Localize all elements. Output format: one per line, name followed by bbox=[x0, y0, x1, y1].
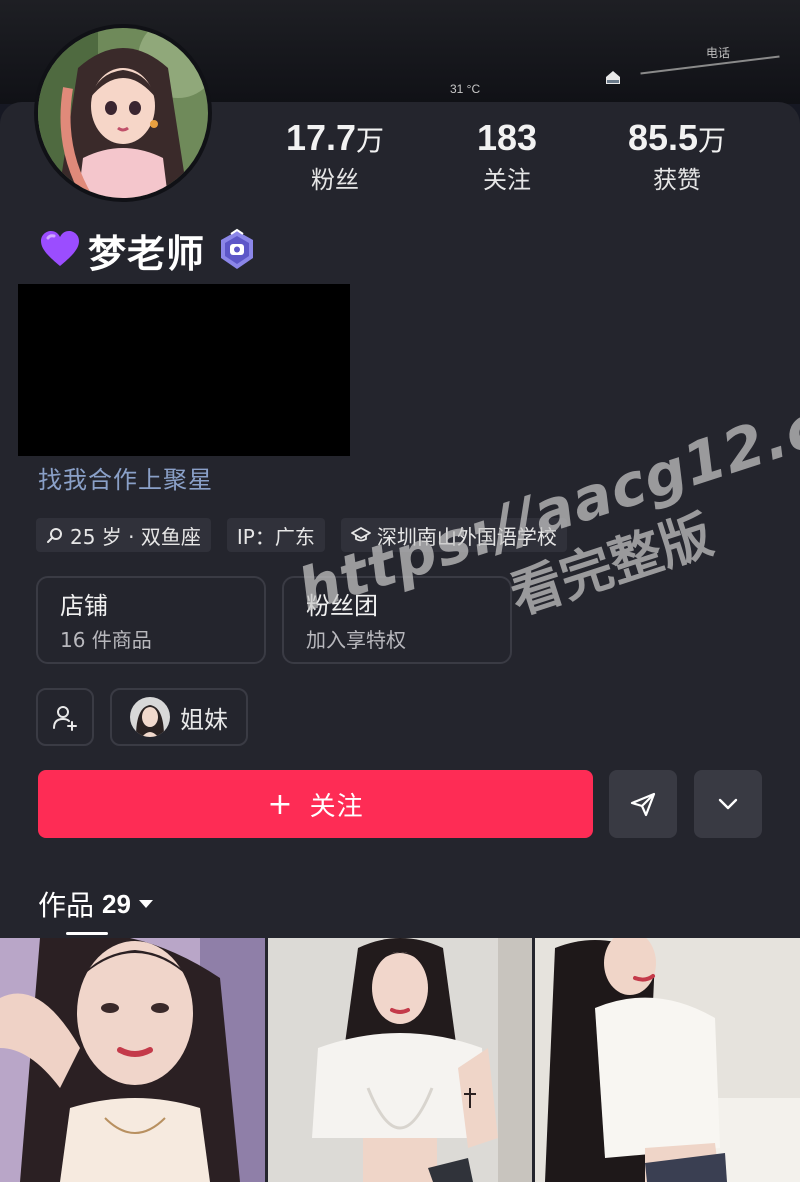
school-text: 深圳南山外国语学校 bbox=[376, 524, 557, 549]
followers-label: 粉丝 bbox=[311, 166, 359, 194]
name-row: 梦老师 bbox=[38, 224, 259, 276]
video-thumbnail[interactable] bbox=[535, 938, 800, 1182]
profile-name: 梦老师 bbox=[88, 231, 206, 276]
profile-tags: 25 岁 · 双鱼座 IP：广东 深圳南山外国语学校 bbox=[36, 518, 567, 552]
sister-button[interactable]: 姐妹 bbox=[110, 688, 248, 746]
stat-followers[interactable]: 17.7万 粉丝 bbox=[250, 118, 420, 197]
profile-avatar[interactable] bbox=[34, 24, 212, 202]
graduation-cap-icon bbox=[350, 527, 371, 542]
video-thumbnail[interactable] bbox=[0, 938, 265, 1182]
add-user-icon bbox=[53, 706, 77, 731]
works-tab-indicator bbox=[66, 932, 108, 935]
shop-title: 店铺 bbox=[60, 592, 108, 620]
add-friend-button[interactable] bbox=[36, 688, 94, 746]
followers-count: 17.7 bbox=[285, 117, 357, 158]
works-label: 作品 bbox=[38, 889, 95, 922]
cooperation-link[interactable]: 找我合作上聚星 bbox=[38, 460, 213, 495]
temperature-readout: 31 °C bbox=[450, 82, 481, 96]
search-icon bbox=[47, 528, 62, 543]
tag-school[interactable]: 深圳南山外国语学校 bbox=[340, 518, 567, 552]
purple-heart-icon bbox=[41, 231, 79, 266]
message-button[interactable] bbox=[609, 770, 677, 838]
tag-ip: IP：广东 bbox=[226, 518, 325, 552]
fan-club-card[interactable]: 粉丝团 加入享特权 bbox=[282, 576, 512, 664]
likes-unit: 万 bbox=[698, 125, 727, 156]
following-label: 关注 bbox=[483, 166, 531, 194]
tag-age-zodiac: 25 岁 · 双鱼座 bbox=[36, 518, 211, 552]
follow-button[interactable]: + 关注 bbox=[38, 770, 593, 838]
chevron-down-icon bbox=[718, 798, 738, 810]
sister-label: 姐妹 bbox=[180, 705, 228, 734]
sister-avatar bbox=[130, 697, 170, 737]
ip-text: IP：广东 bbox=[236, 524, 315, 549]
caret-down-icon bbox=[138, 900, 153, 908]
shop-subtitle: 16 件商品 bbox=[60, 628, 152, 652]
video-thumbnail[interactable] bbox=[268, 938, 532, 1182]
following-count: 183 bbox=[476, 117, 538, 158]
tab-works[interactable]: 作品 29 bbox=[38, 884, 153, 924]
fan-club-subtitle: 加入享特权 bbox=[306, 628, 406, 652]
send-icon bbox=[630, 792, 656, 817]
plus-icon: + bbox=[267, 786, 294, 822]
age-zodiac-text: 25 岁 · 双鱼座 bbox=[70, 524, 201, 549]
followers-unit: 万 bbox=[356, 125, 385, 156]
stat-following[interactable]: 183 关注 bbox=[422, 118, 592, 197]
phone-label: 电话 bbox=[706, 46, 731, 60]
works-count: 29 bbox=[102, 888, 131, 919]
redacted-bio bbox=[18, 284, 350, 456]
verified-badge-icon[interactable] bbox=[215, 228, 259, 272]
likes-count: 85.5 bbox=[627, 117, 699, 158]
avatar-illustration bbox=[38, 28, 208, 198]
follow-label: 关注 bbox=[309, 791, 364, 822]
more-button[interactable] bbox=[694, 770, 762, 838]
shop-card[interactable]: 店铺 16 件商品 bbox=[36, 576, 266, 664]
likes-label: 获赞 bbox=[653, 166, 701, 194]
fan-club-title: 粉丝团 bbox=[306, 592, 378, 620]
stat-likes[interactable]: 85.5万 获赞 bbox=[592, 118, 762, 197]
home-icon bbox=[606, 71, 620, 84]
